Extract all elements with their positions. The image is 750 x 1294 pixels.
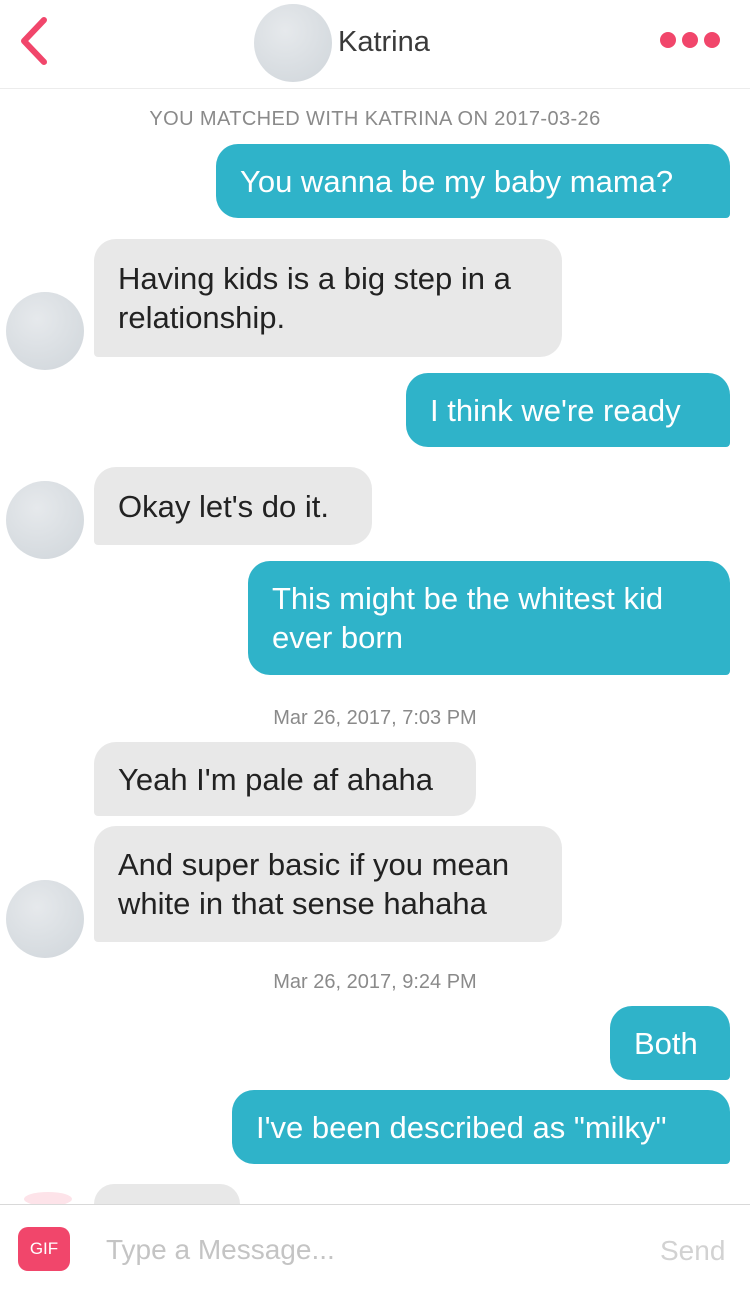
send-button[interactable]: Send [660,1235,725,1267]
chevron-left-icon [21,17,47,65]
message-incoming: Okay let's do it. [94,467,372,545]
chat-header: Katrina [0,0,750,89]
match-avatar[interactable] [254,4,332,82]
message-input[interactable] [106,1227,626,1273]
message-outgoing: I think we're ready [406,373,730,447]
message-outgoing: I've been described as "milky" [232,1090,730,1164]
gif-button[interactable]: GIF [18,1227,70,1271]
message-outgoing: You wanna be my baby mama? [216,144,730,218]
sender-avatar[interactable] [6,292,84,370]
more-options-icon[interactable] [660,30,720,52]
message-outgoing: This might be the whitest kid ever born [248,561,730,675]
match-name[interactable]: Katrina [338,26,430,59]
timestamp: Mar 26, 2017, 7:03 PM [273,707,477,729]
sender-avatar[interactable] [6,880,84,958]
message-outgoing: Both [610,1006,730,1080]
message-incoming: Yeah I'm pale af ahaha [94,742,476,816]
timestamp: Mar 26, 2017, 9:24 PM [273,971,477,993]
message-incoming: And super basic if you mean white in tha… [94,826,562,942]
match-date-note: YOU MATCHED WITH KATRINA ON 2017-03-26 [149,108,601,130]
back-button[interactable] [14,14,54,68]
message-incoming: Having kids is a big step in a relations… [94,239,562,357]
sender-avatar[interactable] [6,481,84,559]
message-composer: GIF Send [0,1204,750,1294]
